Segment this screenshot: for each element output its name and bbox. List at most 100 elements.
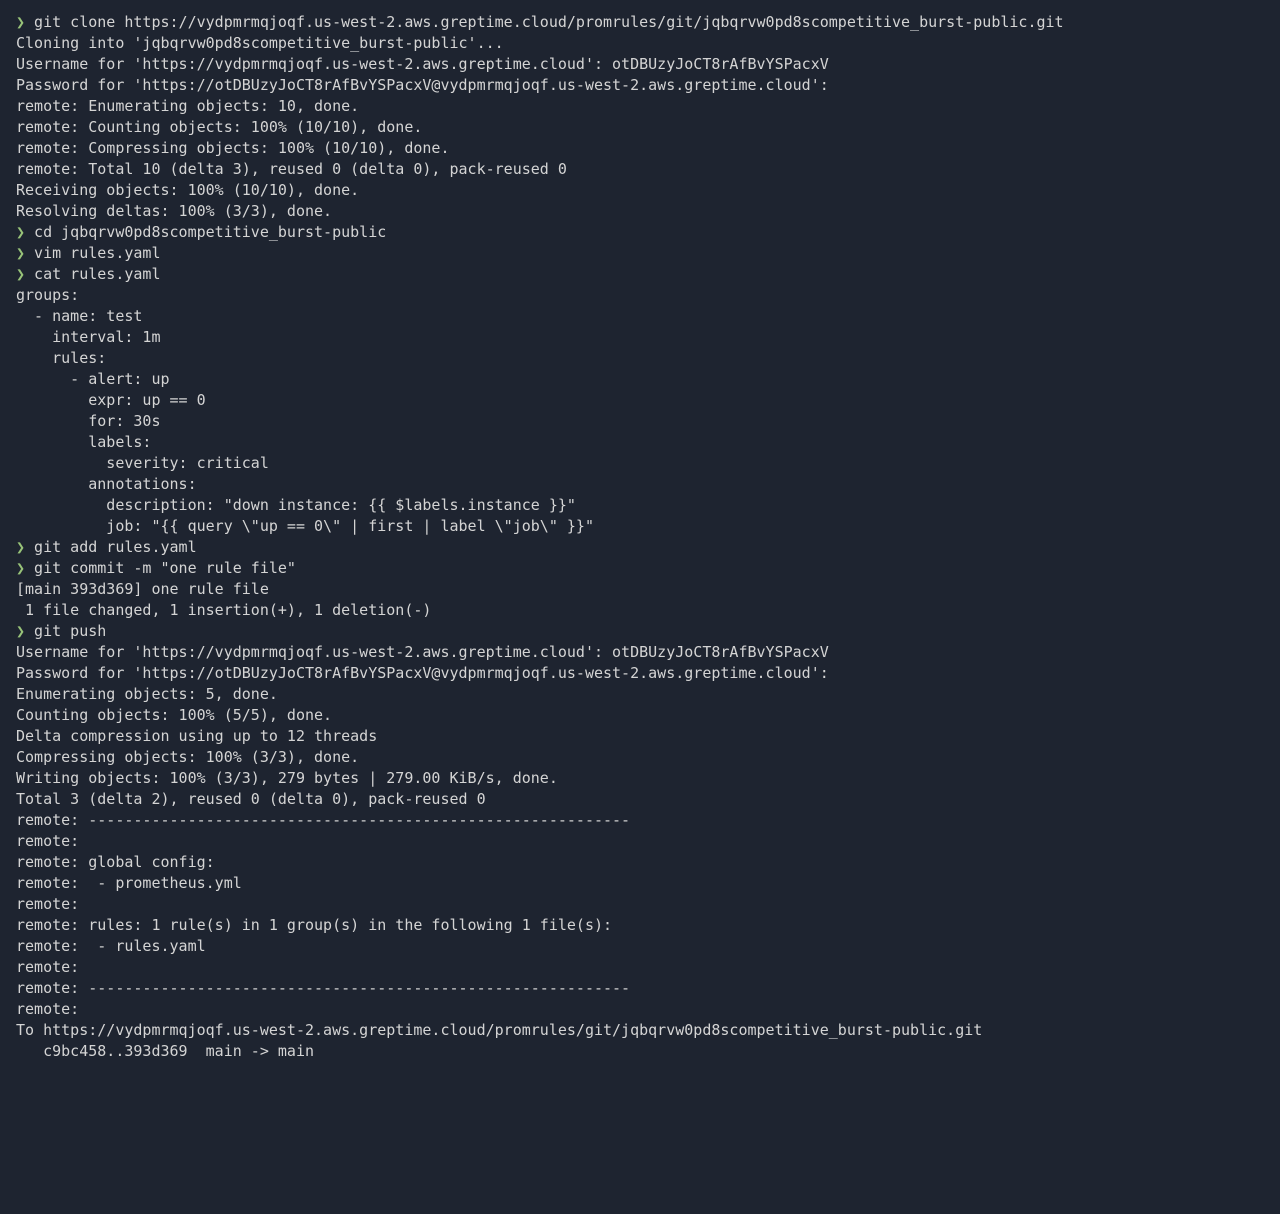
output-text: expr: up == 0 <box>16 391 206 409</box>
command-text: git add rules.yaml <box>25 538 197 556</box>
output-text: Total 3 (delta 2), reused 0 (delta 0), p… <box>16 790 486 808</box>
output-text: remote: Counting objects: 100% (10/10), … <box>16 118 422 136</box>
terminal-line: remote: global config: <box>16 852 1264 873</box>
terminal-line: description: "down instance: {{ $labels.… <box>16 495 1264 516</box>
terminal-line: 1 file changed, 1 insertion(+), 1 deleti… <box>16 600 1264 621</box>
prompt-symbol: ❯ <box>16 559 25 577</box>
prompt-symbol: ❯ <box>16 223 25 241</box>
command-text: vim rules.yaml <box>25 244 160 262</box>
output-text: remote: Total 10 (delta 3), reused 0 (de… <box>16 160 567 178</box>
terminal-line: Password for 'https://otDBUzyJoCT8rAfBvY… <box>16 663 1264 684</box>
terminal-line: remote: Counting objects: 100% (10/10), … <box>16 117 1264 138</box>
output-text: labels: <box>16 433 151 451</box>
output-text: Username for 'https://vydpmrmqjoqf.us-we… <box>16 643 829 661</box>
output-text: To https://vydpmrmqjoqf.us-west-2.aws.gr… <box>16 1021 982 1039</box>
output-text: remote: Enumerating objects: 10, done. <box>16 97 359 115</box>
command-text: git clone https://vydpmrmqjoqf.us-west-2… <box>25 13 1064 31</box>
terminal-line: [main 393d369] one rule file <box>16 579 1264 600</box>
output-text: Delta compression using up to 12 threads <box>16 727 377 745</box>
terminal-line: Username for 'https://vydpmrmqjoqf.us-we… <box>16 642 1264 663</box>
output-text: Username for 'https://vydpmrmqjoqf.us-we… <box>16 55 829 73</box>
command-text: git commit -m "one rule file" <box>25 559 296 577</box>
terminal-line: ❯ vim rules.yaml <box>16 243 1264 264</box>
output-text: remote: <box>16 832 79 850</box>
terminal-line: Receiving objects: 100% (10/10), done. <box>16 180 1264 201</box>
terminal-line: remote: - rules.yaml <box>16 936 1264 957</box>
terminal-line: ❯ git commit -m "one rule file" <box>16 558 1264 579</box>
terminal-line: job: "{{ query \"up == 0\" | first | lab… <box>16 516 1264 537</box>
terminal-line: ❯ git add rules.yaml <box>16 537 1264 558</box>
terminal-line: Compressing objects: 100% (3/3), done. <box>16 747 1264 768</box>
terminal-line: severity: critical <box>16 453 1264 474</box>
terminal-line: Resolving deltas: 100% (3/3), done. <box>16 201 1264 222</box>
prompt-symbol: ❯ <box>16 13 25 31</box>
terminal-line: remote: <box>16 957 1264 978</box>
terminal-line: remote: rules: 1 rule(s) in 1 group(s) i… <box>16 915 1264 936</box>
output-text: remote: Compressing objects: 100% (10/10… <box>16 139 449 157</box>
output-text: severity: critical <box>16 454 269 472</box>
prompt-symbol: ❯ <box>16 622 25 640</box>
terminal-line: c9bc458..393d369 main -> main <box>16 1041 1264 1062</box>
output-text: remote: rules: 1 rule(s) in 1 group(s) i… <box>16 916 612 934</box>
output-text: for: 30s <box>16 412 161 430</box>
terminal-line: expr: up == 0 <box>16 390 1264 411</box>
output-text: remote: global config: <box>16 853 215 871</box>
output-text: Password for 'https://otDBUzyJoCT8rAfBvY… <box>16 76 829 94</box>
output-text: remote: <box>16 895 79 913</box>
prompt-symbol: ❯ <box>16 538 25 556</box>
terminal-output[interactable]: ❯ git clone https://vydpmrmqjoqf.us-west… <box>16 12 1264 1062</box>
output-text: remote: --------------------------------… <box>16 811 630 829</box>
terminal-line: remote: Enumerating objects: 10, done. <box>16 96 1264 117</box>
terminal-line: Username for 'https://vydpmrmqjoqf.us-we… <box>16 54 1264 75</box>
terminal-line: Writing objects: 100% (3/3), 279 bytes |… <box>16 768 1264 789</box>
terminal-line: ❯ cd jqbqrvw0pd8scompetitive_burst-publi… <box>16 222 1264 243</box>
terminal-line: labels: <box>16 432 1264 453</box>
output-text: job: "{{ query \"up == 0\" | first | lab… <box>16 517 594 535</box>
command-text: cd jqbqrvw0pd8scompetitive_burst-public <box>25 223 386 241</box>
terminal-line: remote: --------------------------------… <box>16 810 1264 831</box>
terminal-line: for: 30s <box>16 411 1264 432</box>
output-text: - alert: up <box>16 370 170 388</box>
command-text: cat rules.yaml <box>25 265 160 283</box>
output-text: interval: 1m <box>16 328 161 346</box>
terminal-line: Counting objects: 100% (5/5), done. <box>16 705 1264 726</box>
terminal-line: ❯ git push <box>16 621 1264 642</box>
terminal-line: remote: Total 10 (delta 3), reused 0 (de… <box>16 159 1264 180</box>
terminal-line: rules: <box>16 348 1264 369</box>
terminal-line: Total 3 (delta 2), reused 0 (delta 0), p… <box>16 789 1264 810</box>
terminal-line: - name: test <box>16 306 1264 327</box>
terminal-line: remote: <box>16 831 1264 852</box>
output-text: remote: <box>16 958 79 976</box>
terminal-line: ❯ git clone https://vydpmrmqjoqf.us-west… <box>16 12 1264 33</box>
terminal-line: Delta compression using up to 12 threads <box>16 726 1264 747</box>
output-text: - name: test <box>16 307 142 325</box>
terminal-line: remote: <box>16 894 1264 915</box>
terminal-line: Enumerating objects: 5, done. <box>16 684 1264 705</box>
output-text: Compressing objects: 100% (3/3), done. <box>16 748 359 766</box>
output-text: c9bc458..393d369 main -> main <box>16 1042 314 1060</box>
terminal-line: groups: <box>16 285 1264 306</box>
output-text: remote: <box>16 1000 79 1018</box>
output-text: description: "down instance: {{ $labels.… <box>16 496 576 514</box>
output-text: remote: - prometheus.yml <box>16 874 242 892</box>
output-text: Cloning into 'jqbqrvw0pd8scompetitive_bu… <box>16 34 504 52</box>
terminal-line: interval: 1m <box>16 327 1264 348</box>
prompt-symbol: ❯ <box>16 265 25 283</box>
output-text: Password for 'https://otDBUzyJoCT8rAfBvY… <box>16 664 829 682</box>
terminal-line: ❯ cat rules.yaml <box>16 264 1264 285</box>
output-text: Counting objects: 100% (5/5), done. <box>16 706 332 724</box>
output-text: [main 393d369] one rule file <box>16 580 269 598</box>
output-text: Receiving objects: 100% (10/10), done. <box>16 181 359 199</box>
output-text: Enumerating objects: 5, done. <box>16 685 278 703</box>
output-text: annotations: <box>16 475 197 493</box>
terminal-line: remote: --------------------------------… <box>16 978 1264 999</box>
output-text: remote: - rules.yaml <box>16 937 206 955</box>
terminal-line: To https://vydpmrmqjoqf.us-west-2.aws.gr… <box>16 1020 1264 1041</box>
terminal-line: remote: <box>16 999 1264 1020</box>
terminal-line: Password for 'https://otDBUzyJoCT8rAfBvY… <box>16 75 1264 96</box>
command-text: git push <box>25 622 106 640</box>
prompt-symbol: ❯ <box>16 244 25 262</box>
output-text: remote: --------------------------------… <box>16 979 630 997</box>
terminal-line: remote: - prometheus.yml <box>16 873 1264 894</box>
output-text: Resolving deltas: 100% (3/3), done. <box>16 202 332 220</box>
